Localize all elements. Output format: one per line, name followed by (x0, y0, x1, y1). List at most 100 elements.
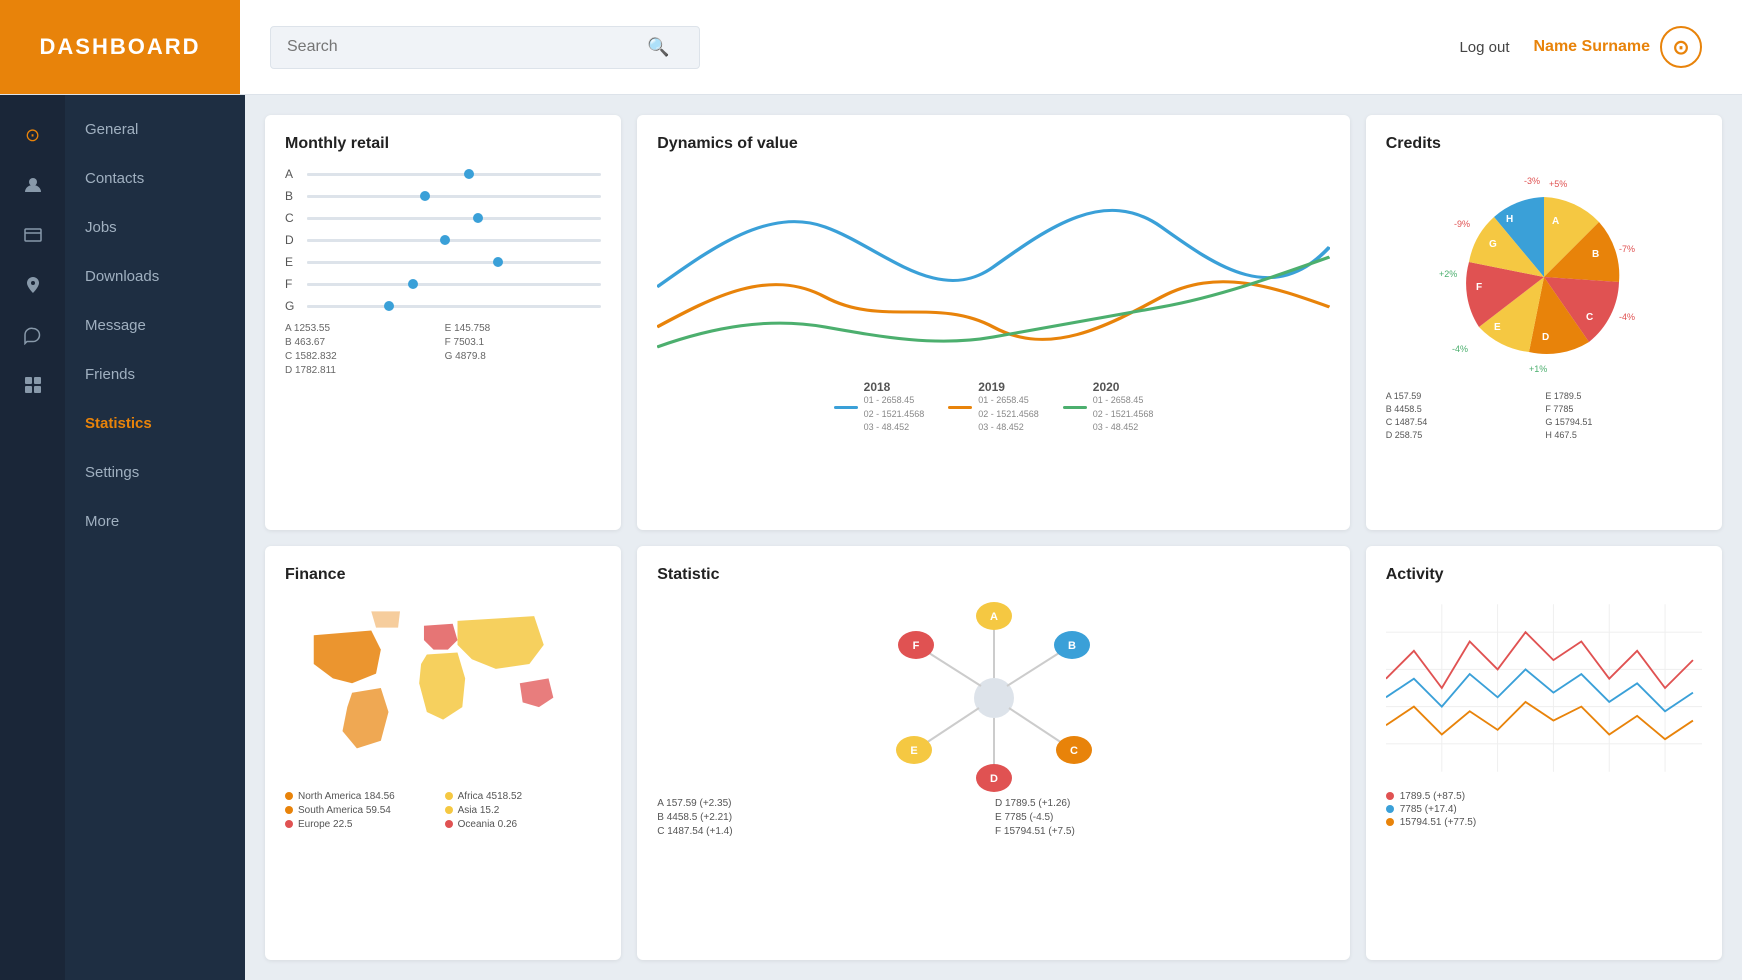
legend-line-2019 (948, 406, 972, 409)
credits-leg-f: F 7785 (1545, 404, 1702, 414)
dynamics-card: Dynamics of value 2018 01 - 2658.4502 - … (637, 115, 1350, 530)
finance-leg-samerica: South America 59.54 (285, 805, 442, 816)
sidebar-item-message[interactable]: Message (65, 301, 245, 350)
activity-val-red: 1789.5 (+87.5) (1400, 791, 1465, 802)
activity-leg-orange: 15794.51 (+77.5) (1386, 817, 1702, 828)
statistic-title: Statistic (657, 566, 1330, 584)
slider-row-b: B (285, 189, 601, 203)
search-input[interactable] (287, 38, 647, 56)
sidebar-icon-jobs[interactable] (13, 215, 53, 255)
slider-label-f: F (285, 277, 299, 291)
finance-legend: North America 184.56 Africa 4518.52 Sout… (285, 791, 601, 830)
avatar: ⊙ (1660, 26, 1702, 68)
finance-leg-africa: Africa 4518.52 (445, 791, 602, 802)
stat-leg-f: F 15794.51 (+7.5) (995, 826, 1330, 837)
credits-svg: A B C D E F G H +5% -7% -4% +1% -4% +2% … (1434, 172, 1654, 382)
legend-line-2020 (1063, 406, 1087, 409)
pct-plus2: +2% (1439, 269, 1457, 279)
slider-track-g[interactable] (307, 305, 601, 308)
sidebar-item-friends[interactable]: Friends (65, 350, 245, 399)
legend-2019-text: 2019 01 - 2658.4502 - 1521.456803 - 48.4… (978, 380, 1039, 435)
credits-label-d: D (1542, 332, 1549, 343)
sidebar-item-statistics[interactable]: Statistics (65, 399, 245, 448)
logo-area: DASHBOARD (0, 0, 240, 94)
credits-leg-a: A 157.59 (1386, 391, 1543, 401)
slider-label-b: B (285, 189, 299, 203)
slider-track-a[interactable] (307, 173, 601, 176)
dot-samerica (285, 806, 293, 814)
credits-leg-b: B 4458.5 (1386, 404, 1543, 414)
legend-2018-text: 2018 01 - 2658.4502 - 1521.456803 - 48.4… (864, 380, 925, 435)
dot-activity-orange (1386, 818, 1394, 826)
stat-leg-e: E 7785 (-4.5) (995, 812, 1330, 823)
dynamics-title: Dynamics of value (657, 135, 1330, 153)
credits-label-e: E (1494, 322, 1501, 333)
legend-sub-2018: 01 - 2658.4502 - 1521.456803 - 48.452 (864, 394, 925, 435)
dot-namerica (285, 792, 293, 800)
activity-chart-svg (1386, 598, 1702, 778)
stat-label-f: F (912, 640, 919, 652)
retail-legend-a: A 1253.55 (285, 323, 442, 334)
finance-leg-europe: Europe 22.5 (285, 819, 442, 830)
pct-minus9: -9% (1454, 219, 1470, 229)
slider-row-a: A (285, 167, 601, 181)
stat-leg-c: C 1487.54 (+1.4) (657, 826, 992, 837)
slider-row-f: F (285, 277, 601, 291)
sidebar-item-settings[interactable]: Settings (65, 448, 245, 497)
dynamics-chart-svg (657, 167, 1330, 367)
pct-minus4r: -4% (1619, 312, 1635, 322)
world-map-svg (285, 598, 601, 778)
legend-year-2019: 2019 (978, 380, 1039, 394)
slider-track-f[interactable] (307, 283, 601, 286)
sidebar-item-jobs[interactable]: Jobs (65, 203, 245, 252)
stat-leg-a: A 157.59 (+2.35) (657, 798, 992, 809)
main-layout: ⊙ General Contacts Jobs Downloads Messag… (0, 95, 1742, 980)
retail-legend-e: E 145.758 (445, 323, 602, 334)
dynamics-legend: 2018 01 - 2658.4502 - 1521.456803 - 48.4… (657, 380, 1330, 435)
sidebar-item-general[interactable]: General (65, 105, 245, 154)
sidebar-icon-message[interactable] (13, 315, 53, 355)
dot-activity-red (1386, 792, 1394, 800)
logout-button[interactable]: Log out (1459, 39, 1509, 56)
search-icon: 🔍 (647, 37, 669, 58)
slider-row-c: C (285, 211, 601, 225)
activity-leg-red: 1789.5 (+87.5) (1386, 791, 1702, 802)
credits-leg-h: H 467.5 (1545, 430, 1702, 440)
search-box[interactable]: 🔍 (270, 26, 700, 69)
pct-minus3: -3% (1524, 176, 1540, 186)
legend-2020: 2020 01 - 2658.4502 - 1521.456803 - 48.4… (1063, 380, 1154, 435)
sidebar-icon-contacts[interactable] (13, 165, 53, 205)
user-name-area: Name Surname ⊙ (1534, 26, 1703, 68)
statistic-chart-area: A B C D E (657, 598, 1330, 798)
dot-europe (285, 820, 293, 828)
sidebar-item-more[interactable]: More (65, 497, 245, 546)
sidebar-item-downloads[interactable]: Downloads (65, 252, 245, 301)
credits-title: Credits (1386, 135, 1702, 153)
retail-legend-f: F 7503.1 (445, 337, 602, 348)
sidebar-item-contacts[interactable]: Contacts (65, 154, 245, 203)
dot-asia (445, 806, 453, 814)
finance-leg-oceania: Oceania 0.26 (445, 819, 602, 830)
legend-line-2018 (834, 406, 858, 409)
credits-label-h: H (1506, 214, 1513, 225)
slider-track-d[interactable] (307, 239, 601, 242)
slider-track-c[interactable] (307, 217, 601, 220)
sidebar-icons: ⊙ (0, 95, 65, 980)
credits-chart-area: A B C D E F G H +5% -7% -4% +1% -4% +2% … (1386, 167, 1702, 387)
credits-card: Credits (1366, 115, 1722, 530)
activity-leg-blue: 7785 (+17.4) (1386, 804, 1702, 815)
sidebar-icon-friends[interactable] (13, 365, 53, 405)
slider-row-g: G (285, 299, 601, 313)
slider-track-b[interactable] (307, 195, 601, 198)
slider-row-e: E (285, 255, 601, 269)
app-title: DASHBOARD (40, 34, 201, 60)
user-name-text: Name Surname (1534, 38, 1651, 56)
credits-legend: A 157.59 E 1789.5 B 4458.5 F 7785 C 1487… (1386, 391, 1702, 440)
content-grid: Monthly retail A B C (245, 95, 1742, 980)
sidebar-icon-location[interactable] (13, 265, 53, 305)
credits-label-a: A (1552, 216, 1559, 227)
sidebar-icon-general[interactable]: ⊙ (13, 115, 53, 155)
slider-track-e[interactable] (307, 261, 601, 264)
pct-plus5: +5% (1549, 179, 1567, 189)
legend-year-2020: 2020 (1093, 380, 1154, 394)
